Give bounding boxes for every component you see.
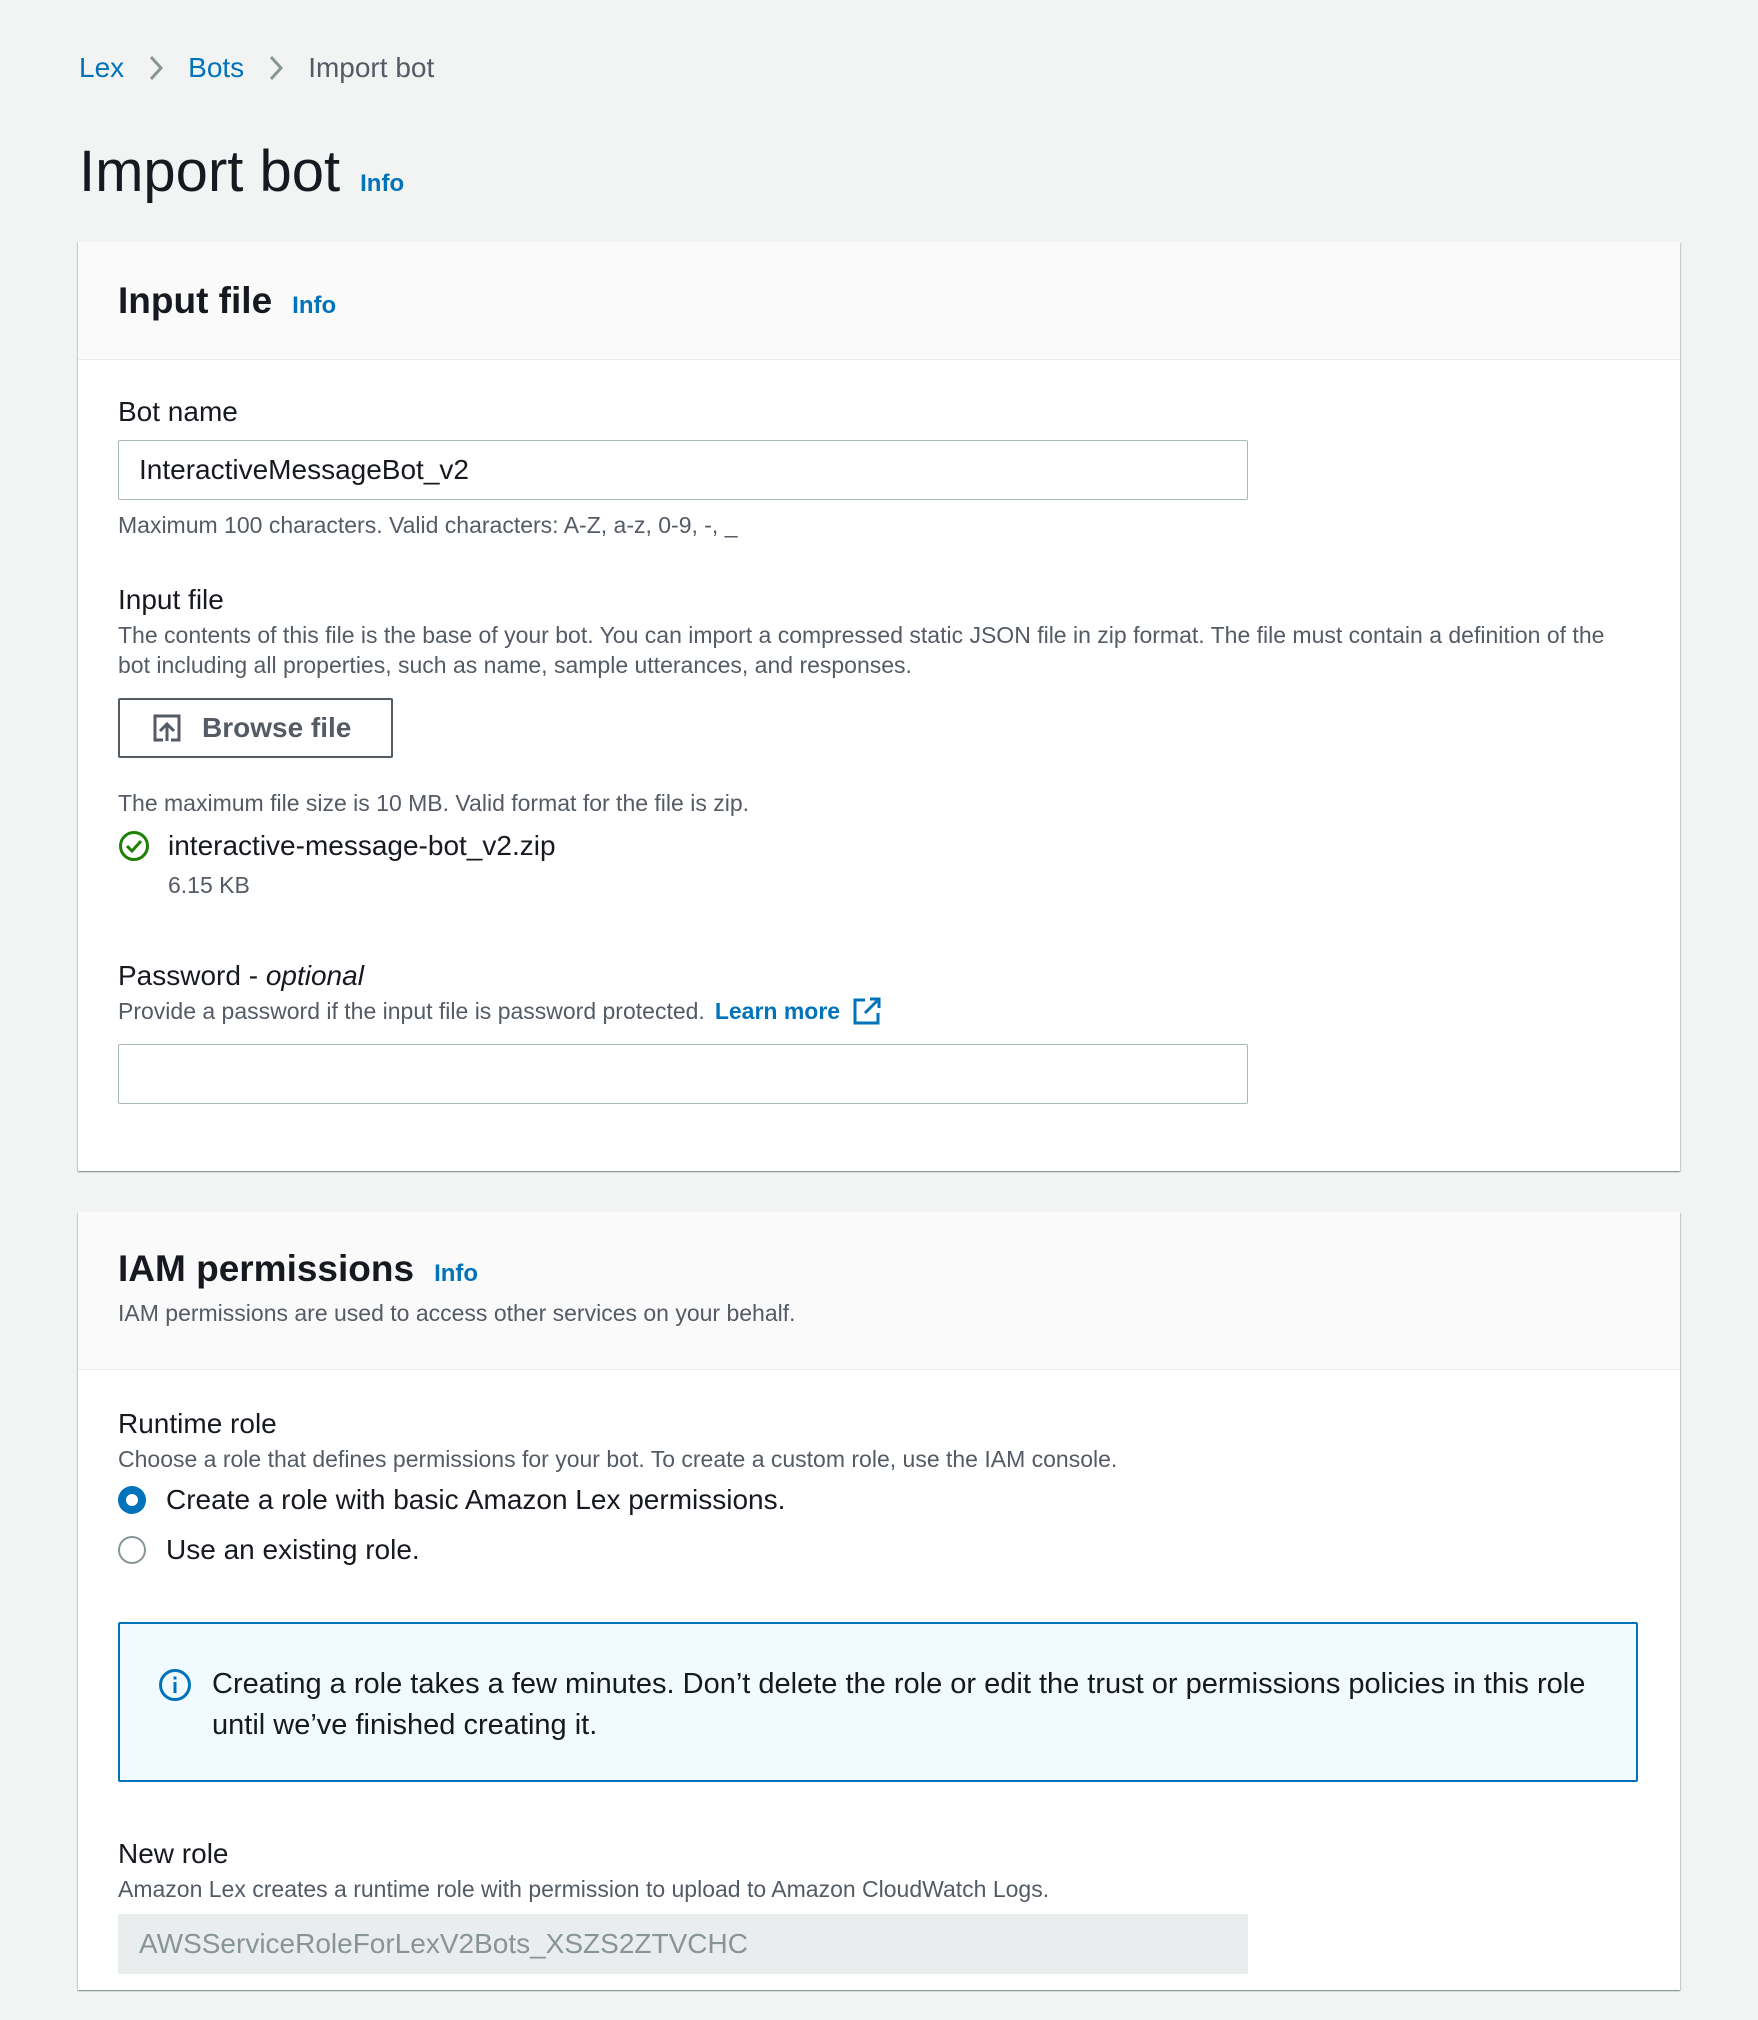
input-file-description: The contents of this file is the base of… [118,622,1605,678]
chevron-right-icon [148,54,164,82]
input-file-panel: Input file Info Bot name InteractiveMess… [78,242,1680,1171]
external-link-icon[interactable] [852,996,882,1026]
input-file-hint: The maximum file size is 10 MB. Valid fo… [118,790,749,816]
password-optional: optional [265,960,364,991]
password-field: Password - optional Provide a password i… [118,960,1248,1104]
info-alert: Creating a role takes a few minutes. Don… [118,1622,1638,1782]
bot-name-label: Bot name [118,396,238,427]
page-header: Import bot Info [79,138,404,205]
breadcrumb: Lex Bots Import bot [79,52,434,84]
password-description-row: Provide a password if the input file is … [118,996,1248,1026]
new-role-description: Amazon Lex creates a runtime role with p… [118,1876,1050,1902]
breadcrumb-lex-link[interactable]: Lex [79,52,124,84]
runtime-role-label: Runtime role [118,1408,277,1439]
new-role-label: New role [118,1838,229,1869]
breadcrumb-current: Import bot [308,52,435,83]
input-file-panel-title: Input file [118,280,273,321]
new-role-field: New role Amazon Lex creates a runtime ro… [118,1838,1248,1974]
success-check-icon [118,830,150,862]
info-alert-text: Creating a role takes a few minutes. Don… [212,1668,1586,1741]
runtime-role-description: Choose a role that defines permissions f… [118,1446,1118,1472]
runtime-role-field: Runtime role Choose a role that defines … [118,1408,1117,1566]
new-role-input: AWSServiceRoleForLexV2Bots_XSZS2ZTVCHC [118,1914,1248,1974]
page-title: Import bot [79,139,341,204]
upload-icon [152,713,182,743]
browse-file-button[interactable]: Browse file [118,698,394,758]
uploaded-file-name: interactive-message-bot_v2.zip [168,830,556,861]
radio-create-role-control[interactable] [118,1486,146,1514]
radio-create-role[interactable]: Create a role with basic Amazon Lex perm… [118,1484,1117,1516]
bot-name-input[interactable]: InteractiveMessageBot_v2 [118,440,1248,500]
iam-panel-header: IAM permissions Info IAM permissions are… [78,1212,1680,1370]
password-description: Provide a password if the input file is … [118,998,705,1024]
bot-name-field: Bot name InteractiveMessageBot_v2 Maximu… [118,396,1248,540]
iam-info-link[interactable]: Info [434,1260,478,1288]
breadcrumb-bots-link[interactable]: Bots [188,52,244,84]
uploaded-file: interactive-message-bot_v2.zip [118,830,1638,862]
radio-existing-role[interactable]: Use an existing role. [118,1534,1117,1566]
info-icon [158,1668,192,1740]
radio-existing-role-control[interactable] [118,1536,146,1564]
page-info-link[interactable]: Info [360,170,404,198]
input-file-field: Input file The contents of this file is … [118,584,1638,900]
password-label: Password - optional [118,960,364,991]
radio-create-role-label: Create a role with basic Amazon Lex perm… [166,1484,786,1515]
iam-permissions-panel: IAM permissions Info IAM permissions are… [78,1212,1680,1990]
bot-name-hint: Maximum 100 characters. Valid characters… [118,512,738,538]
radio-existing-role-label: Use an existing role. [166,1534,420,1565]
input-file-panel-header: Input file Info [78,242,1680,360]
password-input[interactable] [118,1044,1248,1104]
browse-file-label: Browse file [202,712,352,743]
chevron-right-icon [268,54,284,82]
input-file-info-link[interactable]: Info [292,292,336,320]
iam-panel-title: IAM permissions [118,1248,415,1289]
iam-panel-description: IAM permissions are used to access other… [118,1300,796,1326]
learn-more-link[interactable]: Learn more [715,996,840,1026]
uploaded-file-size: 6.15 KB [168,872,250,898]
input-file-label: Input file [118,584,224,615]
